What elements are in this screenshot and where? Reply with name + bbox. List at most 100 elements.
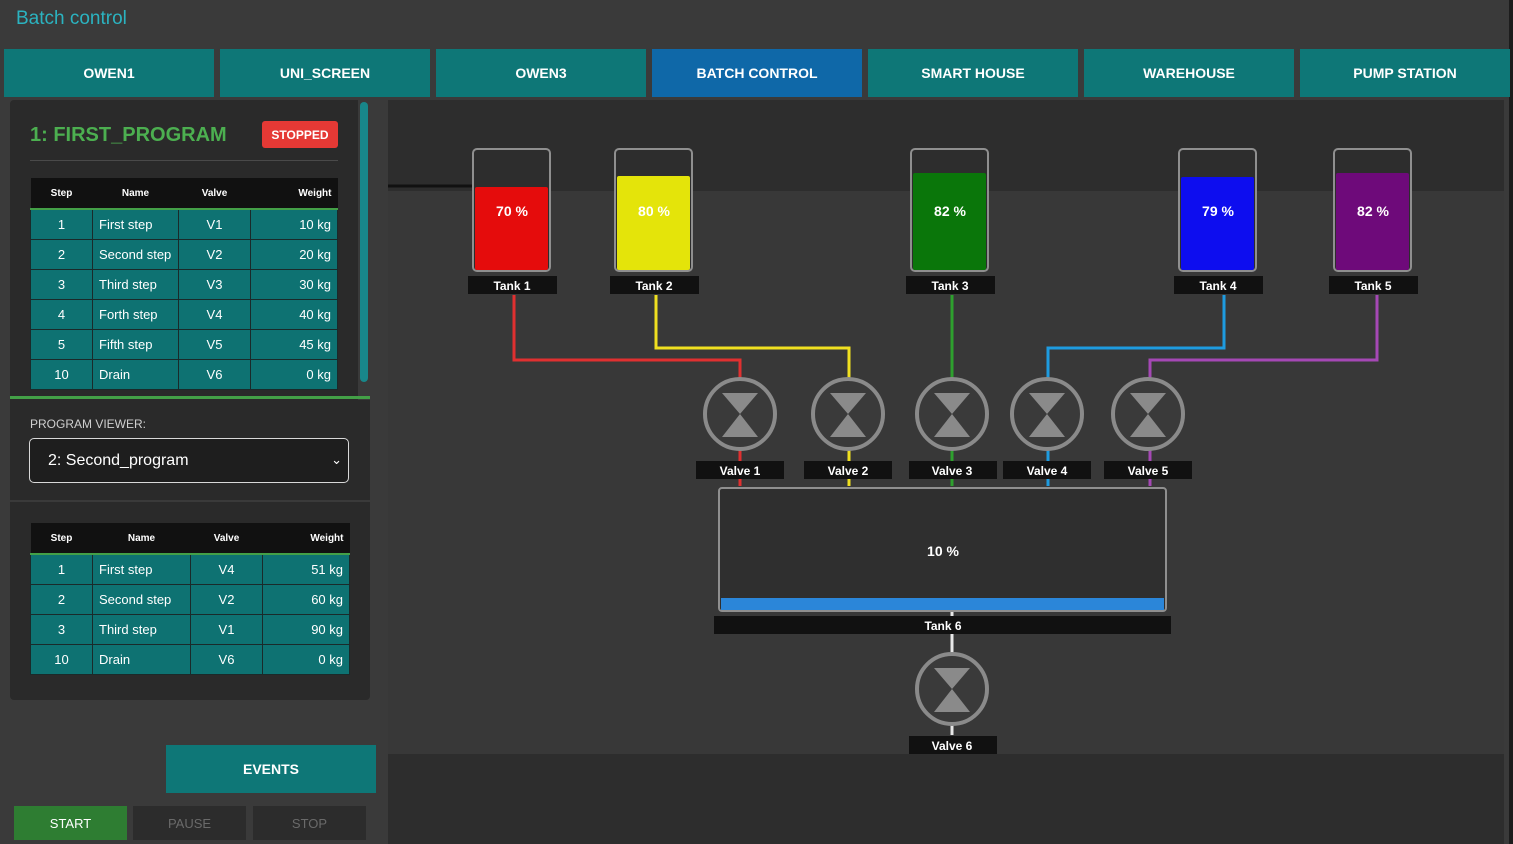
valve-label: Valve 4: [1027, 464, 1068, 478]
cell-step: 3: [30, 614, 93, 645]
tab-owen3[interactable]: OWEN3: [436, 49, 646, 97]
tank-fill: [475, 187, 548, 270]
tab-batch-control[interactable]: BATCH CONTROL: [652, 49, 862, 97]
tank-level-value: 82 %: [934, 203, 966, 219]
cell-name: Drain: [92, 644, 191, 675]
stop-button[interactable]: STOP: [253, 806, 366, 840]
tank-fill: [1181, 177, 1254, 270]
cell-weight: 60 kg: [262, 584, 350, 615]
tank-label: Tank 5: [1354, 279, 1391, 293]
tank-label: Tank 1: [493, 279, 530, 293]
cell-weight: 0 kg: [250, 359, 338, 390]
pause-button[interactable]: PAUSE: [133, 806, 246, 840]
table-row: 2 Second step V2 60 kg: [30, 584, 350, 615]
tank-level-value: 80 %: [638, 203, 670, 219]
cell-weight: 0 kg: [262, 644, 350, 675]
status-badge: STOPPED: [262, 121, 338, 148]
cell-weight: 45 kg: [250, 329, 338, 360]
tank-level-value: 82 %: [1357, 203, 1389, 219]
cell-name: Third step: [92, 269, 179, 300]
column-header-valve: Valve: [190, 523, 263, 555]
events-button[interactable]: EVENTS: [166, 745, 376, 793]
app-title: Batch control: [16, 8, 127, 29]
cell-step: 2: [30, 239, 93, 270]
valve-2[interactable]: Valve 2: [804, 377, 892, 479]
tab-uni-screen[interactable]: UNI_SCREEN: [220, 49, 430, 97]
valve-label: Valve 6: [932, 739, 973, 753]
tab-bar: OWEN1 UNI_SCREEN OWEN3 BATCH CONTROL SMA…: [0, 49, 1513, 97]
cell-step: 3: [30, 269, 93, 300]
cell-step: 1: [30, 208, 93, 240]
cell-valve: V4: [178, 299, 251, 330]
panel-scrollbar-thumb[interactable]: [360, 102, 368, 382]
table-row: 10 Drain V6 0 kg: [30, 644, 350, 675]
cell-valve: V4: [190, 553, 263, 585]
column-header-weight: Weight: [250, 178, 338, 210]
viewer-program-table: Step Name Valve Weight 1 First step V4 5…: [30, 523, 350, 675]
column-header-step: Step: [30, 178, 93, 210]
tank-fill: [617, 176, 690, 270]
cell-valve: V5: [178, 329, 251, 360]
cell-step: 10: [30, 359, 93, 390]
column-header-step: Step: [30, 523, 93, 555]
cell-name: Second step: [92, 584, 191, 615]
cell-step: 5: [30, 329, 93, 360]
current-program-table: Step Name Valve Weight 1 First step V1 1…: [30, 178, 338, 390]
cell-name: First step: [92, 208, 179, 240]
valve-label: Valve 2: [828, 464, 869, 478]
table-row: 1 First step V4 51 kg: [30, 553, 350, 585]
valve-1[interactable]: Valve 1: [696, 377, 784, 479]
cell-valve: V6: [178, 359, 251, 390]
table-row: 3 Third step V1 90 kg: [30, 614, 350, 645]
table-row: 10 Drain V6 0 kg: [30, 359, 338, 390]
program-viewer-label: PROGRAM VIEWER:: [30, 417, 147, 431]
valve-label: Valve 5: [1128, 464, 1169, 478]
valve-label: Valve 1: [720, 464, 761, 478]
tab-pump-station[interactable]: PUMP STATION: [1300, 49, 1510, 97]
cell-step: 1: [30, 553, 93, 585]
cell-weight: 20 kg: [250, 239, 338, 270]
cell-name: Second step: [92, 239, 179, 270]
table-row: 3 Third step V3 30 kg: [30, 269, 338, 300]
cell-valve: V6: [190, 644, 263, 675]
column-header-valve: Valve: [178, 178, 251, 210]
tank-label: Tank 6: [924, 619, 961, 633]
table-row: 1 First step V1 10 kg: [30, 208, 338, 240]
cell-step: 2: [30, 584, 93, 615]
title-divider: [30, 160, 338, 161]
cell-step: 10: [30, 644, 93, 675]
program-title: 1: FIRST_PROGRAM: [30, 124, 227, 146]
cell-name: Drain: [92, 359, 179, 390]
cell-weight: 90 kg: [262, 614, 350, 645]
table-row: 4 Forth step V4 40 kg: [30, 299, 338, 330]
cell-weight: 10 kg: [250, 208, 338, 240]
cell-valve: V2: [190, 584, 263, 615]
table-row: 2 Second step V2 20 kg: [30, 239, 338, 270]
table-header-row: Step Name Valve Weight: [30, 523, 350, 555]
tank-fill: [721, 598, 1164, 610]
valve-4[interactable]: Valve 4: [1003, 377, 1091, 479]
cell-name: First step: [92, 553, 191, 585]
cell-valve: V2: [178, 239, 251, 270]
chevron-down-icon: ⌄: [331, 452, 342, 467]
tank-label: Tank 2: [635, 279, 672, 293]
cell-weight: 40 kg: [250, 299, 338, 330]
start-button[interactable]: START: [14, 806, 127, 840]
valve-label: Valve 3: [932, 464, 973, 478]
cell-valve: V3: [178, 269, 251, 300]
table-row: 5 Fifth step V5 45 kg: [30, 329, 338, 360]
tab-warehouse[interactable]: WAREHOUSE: [1084, 49, 1294, 97]
tab-smart-house[interactable]: SMART HOUSE: [868, 49, 1078, 97]
tank-fill: [913, 173, 986, 270]
section-divider: [10, 396, 370, 399]
cell-name: Third step: [92, 614, 191, 645]
program-select[interactable]: 2: Second_program ⌄: [29, 438, 349, 483]
tank-label: Tank 3: [931, 279, 968, 293]
valve-5[interactable]: Valve 5: [1104, 377, 1192, 479]
panel-divider: [10, 500, 370, 502]
cell-name: Forth step: [92, 299, 179, 330]
tab-owen1[interactable]: OWEN1: [4, 49, 214, 97]
column-header-name: Name: [92, 178, 179, 210]
program-select-value: 2: Second_program: [48, 451, 189, 469]
column-header-weight: Weight: [262, 523, 350, 555]
